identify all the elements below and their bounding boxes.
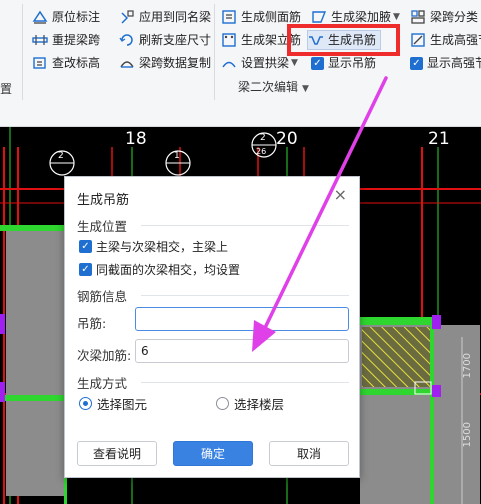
section-divider (141, 225, 349, 226)
dimension-text: 1700 (462, 353, 473, 379)
checkbox-checked-icon: ✓ (79, 240, 92, 253)
ok-button[interactable]: 确定 (173, 441, 253, 466)
arch-beam-icon (222, 61, 236, 68)
high-strength-icon (411, 33, 425, 47)
secondary-field-label: 次梁加筋: (77, 348, 132, 363)
beam-secondary-edit-group-caption: 梁二次编辑 ▼ (238, 80, 309, 94)
erection-rebar-icon (222, 33, 236, 47)
section-title-position: 生成位置 (77, 219, 128, 234)
generate-high-strength-node-button[interactable]: 生成高强节 (410, 30, 481, 50)
ribbon-separator (214, 4, 215, 100)
checkbox-checked-icon: ✓ (410, 56, 423, 70)
bubble-label: 1 (174, 151, 180, 161)
ribbon-separator (22, 4, 23, 100)
secondary-beam-rebar-input[interactable] (135, 339, 349, 363)
span-classification-button[interactable]: 梁跨分类 (410, 7, 478, 27)
side-rebar-icon (222, 10, 236, 24)
close-icon[interactable]: × (334, 185, 347, 204)
section-title-mode: 生成方式 (77, 376, 128, 391)
section-title-rebar: 钢筋信息 (77, 289, 128, 304)
radio-selected-icon (79, 397, 92, 410)
dimension-text: 1500 (462, 422, 473, 448)
apply-same-icon (121, 10, 134, 24)
apply-same-beam-button[interactable]: 应用到同名梁 (119, 7, 211, 27)
section-divider (141, 382, 349, 383)
hanger-input[interactable] (135, 307, 349, 331)
axis-label-21: 21 (428, 129, 450, 149)
classification-icon (411, 10, 425, 24)
copy-span-icon (120, 61, 134, 68)
generate-hanger-dialog: 生成吊筋 × 生成位置 ✓ 主梁与次梁相交，主梁上 ✓ 同截面的次梁相交，均设置… (64, 176, 360, 478)
radio-unselected-icon (216, 397, 229, 410)
beam-span-icon (32, 35, 48, 45)
bubble-label: 2 (260, 133, 266, 143)
bubble-label-lower: 26 (256, 147, 267, 156)
haunch-icon (312, 11, 327, 23)
copy-span-data-button[interactable]: 梁跨数据复制 (119, 53, 211, 73)
annotation-icon (32, 10, 48, 24)
ribbon-toolbar: 置 原位标注 重提梁跨 查改标高 应用到同名梁 刷新支座尺寸 梁跨数据复制 生成… (0, 0, 481, 127)
section-divider (141, 295, 349, 296)
checkbox-checked-icon: ✓ (79, 263, 92, 276)
axis-label-20: 20 (276, 129, 298, 149)
dropdown-arrow-icon[interactable]: ▼ (291, 58, 298, 68)
original-annotation-button[interactable]: 原位标注 (32, 7, 100, 27)
checkbox-same-section[interactable]: ✓ 同截面的次梁相交，均设置 (79, 261, 240, 278)
view-help-button[interactable]: 查看说明 (77, 441, 157, 466)
hanger-field-label: 吊筋: (77, 316, 107, 331)
chevron-down-icon: ▼ (302, 84, 309, 94)
refresh-icon (119, 34, 133, 46)
dropdown-arrow-icon[interactable]: ▼ (393, 12, 400, 22)
checkbox-main-beam[interactable]: ✓ 主梁与次梁相交，主梁上 (79, 238, 228, 255)
show-hanger-checkbox[interactable]: ✓ 显示吊筋 (311, 53, 376, 73)
radio-pick-floor[interactable]: 选择楼层 (216, 394, 284, 413)
show-high-strength-checkbox[interactable]: ✓ 显示高强节 (410, 53, 481, 73)
elevation-icon (33, 57, 46, 69)
check-elevation-button[interactable]: 查改标高 (32, 53, 100, 73)
re-extract-span-button[interactable]: 重提梁跨 (32, 30, 100, 50)
checkbox-checked-icon: ✓ (311, 56, 324, 70)
axis-label-18: 18 (125, 129, 147, 149)
refresh-support-size-button[interactable]: 刷新支座尺寸 (119, 30, 211, 50)
radio-pick-element[interactable]: 选择图元 (79, 394, 147, 413)
set-arch-beam-button[interactable]: 设置拱梁 ▼ (221, 53, 298, 73)
cancel-button[interactable]: 取消 (269, 441, 349, 466)
bubble-label: 2 (58, 151, 64, 161)
highlight-annotation-box (287, 24, 400, 56)
dialog-title: 生成吊筋 (77, 193, 130, 208)
left-group-caption-stub: 置 (0, 82, 13, 96)
